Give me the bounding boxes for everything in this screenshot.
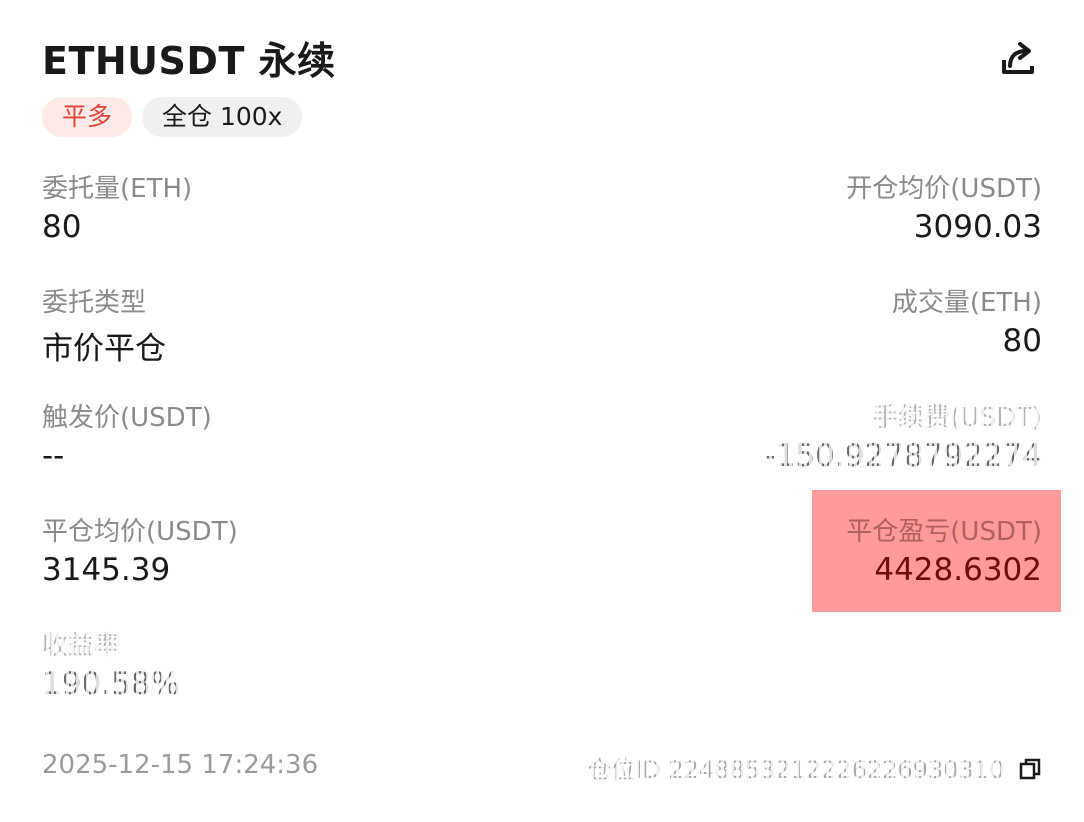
filled-qty-label: 成交量(ETH): [891, 288, 1042, 318]
filled-qty-value: 80: [1002, 323, 1042, 359]
close-avg-label: 平仓均价(USDT): [42, 517, 238, 547]
order-type-label: 委托类型: [42, 288, 147, 318]
roi-label-text: 收益率: [35, 625, 127, 662]
fee-value: -150.9278792274: [758, 438, 1049, 474]
position-id-text: 仓位ID 2248853212226226930310: [581, 750, 1011, 785]
open-avg-label: 开仓均价(USDT): [846, 174, 1042, 204]
share-button[interactable]: [996, 36, 1040, 80]
close-pnl-highlight: [812, 490, 1061, 612]
side-badge: 平多: [42, 97, 133, 137]
roi-value-text: 190.58%: [36, 666, 186, 702]
close-avg-value: 3145.39: [42, 552, 171, 588]
order-type-value: 市价平仓: [42, 331, 166, 367]
margin-mode-badge: 全仓 100x: [142, 97, 303, 137]
position-id[interactable]: 仓位ID 2248853212226226930310: [581, 750, 1042, 785]
trigger-price-value: --: [42, 438, 65, 474]
copy-icon[interactable]: [1018, 757, 1042, 781]
fee-label-text: 手续费(USDT): [866, 397, 1048, 434]
order-qty-label: 委托量(ETH): [42, 174, 193, 204]
roi-value: 190.58%: [36, 666, 186, 702]
fee-value-text: -150.9278792274: [758, 438, 1049, 474]
close-pnl-value: 4428.6302: [874, 552, 1042, 588]
timestamp: 2025-12-15 17:24:36: [42, 750, 319, 780]
fee-label: 手续费(USDT): [866, 397, 1048, 434]
open-avg-value: 3090.03: [913, 209, 1042, 245]
trigger-price-label: 触发价(USDT): [42, 403, 212, 433]
order-qty-value: 80: [42, 209, 82, 245]
tag-group: 平多 全仓 100x: [42, 97, 303, 137]
page-title: ETHUSDT 永续: [42, 39, 336, 83]
roi-label: 收益率: [35, 625, 127, 662]
share-icon: [1002, 42, 1034, 74]
close-pnl-label: 平仓盈亏(USDT): [846, 517, 1042, 547]
